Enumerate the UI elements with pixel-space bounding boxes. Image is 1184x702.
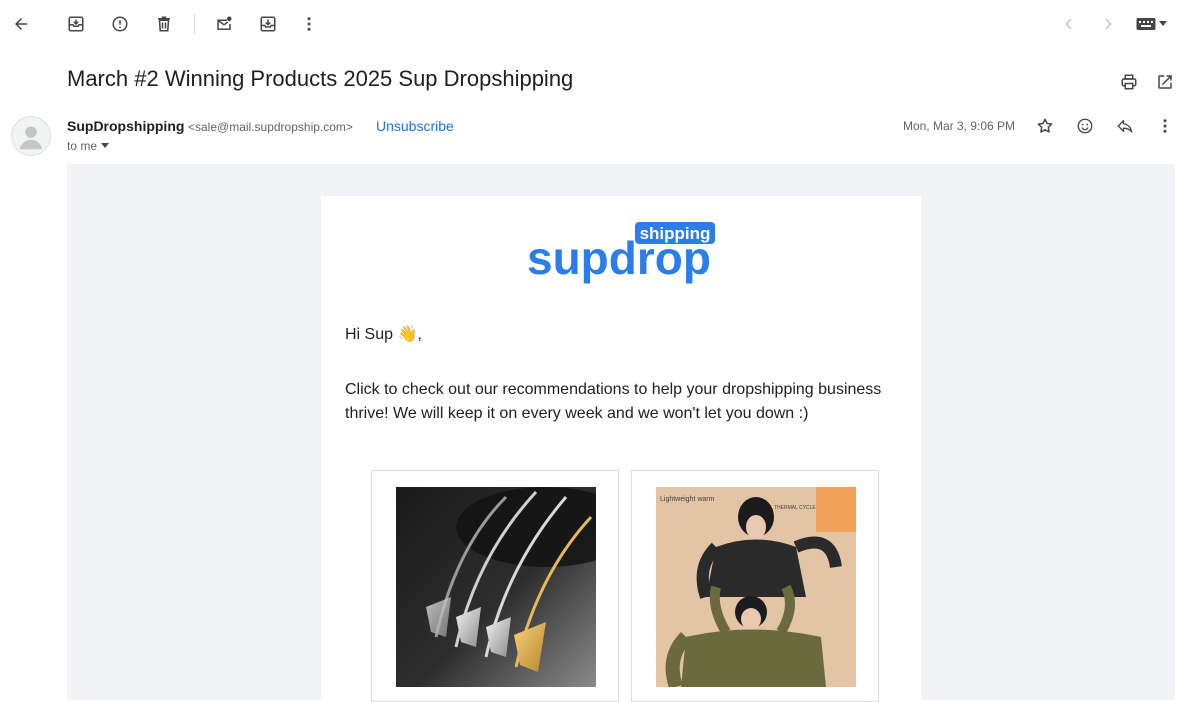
recipient-details-toggle[interactable]: to me [67, 139, 110, 153]
open-in-new-icon [1158, 75, 1172, 89]
product-image-necklaces[interactable] [396, 487, 596, 687]
recipient-label: to me [67, 139, 98, 153]
more-vert-icon [1163, 119, 1167, 133]
report-spam-button[interactable] [102, 6, 138, 42]
newer-button[interactable] [1051, 6, 1087, 42]
print-icon [1121, 74, 1137, 90]
report-spam-icon [112, 16, 128, 32]
product-image-thermal-shirt[interactable]: Lightweight warm THERMAL CYCLE [656, 487, 856, 687]
necklace-photo [396, 487, 596, 687]
emoji-reaction-button[interactable] [1067, 108, 1103, 144]
sender-email: <sale@mail.supdropship.com> [188, 120, 353, 134]
chevron-right-icon [1105, 18, 1112, 30]
back-arrow-icon [15, 18, 27, 30]
toolbar-divider [194, 14, 195, 34]
more-vert-icon [307, 17, 311, 31]
caret-down-icon [101, 143, 110, 148]
message-more-button[interactable] [1147, 108, 1183, 144]
message-date: Mon, Mar 3, 9:06 PM [902, 119, 1015, 133]
input-tools-button[interactable] [1136, 16, 1172, 32]
delete-button[interactable] [146, 6, 182, 42]
email-greeting: Hi Sup 👋, [345, 326, 422, 343]
move-to-icon [260, 16, 276, 32]
person-icon [19, 126, 43, 150]
email-body-text: Click to check out our recommendations t… [345, 381, 882, 422]
sender-avatar[interactable] [11, 116, 51, 156]
email-subject: March #2 Winning Products 2025 Sup Drops… [67, 66, 574, 91]
brand-logo-icon: shipping supdrop [527, 222, 715, 284]
reply-icon [1117, 120, 1133, 133]
shirt-caption-1: Lightweight warm [660, 496, 715, 503]
star-button[interactable] [1027, 108, 1063, 144]
product-card[interactable] [371, 470, 619, 702]
delete-icon [158, 16, 170, 32]
supdropshipping-logo[interactable]: shipping supdrop [527, 218, 717, 288]
mark-unread-icon [217, 16, 232, 30]
star-icon [1037, 118, 1053, 133]
archive-icon [68, 16, 84, 32]
chevron-left-icon [1065, 18, 1072, 30]
open-new-window-button[interactable] [1147, 64, 1183, 100]
move-to-button[interactable] [250, 6, 286, 42]
shirt-caption-2: THERMAL CYCLE [774, 505, 816, 511]
logo-main-text: supdrop [527, 232, 711, 284]
print-button[interactable] [1111, 64, 1147, 100]
keyboard-icon [1136, 18, 1156, 30]
product-card[interactable]: Lightweight warm THERMAL CYCLE [631, 470, 879, 702]
reply-button[interactable] [1107, 108, 1143, 144]
smiley-icon [1077, 118, 1093, 134]
archive-button[interactable] [58, 6, 94, 42]
email-content-card: shipping supdrop Hi Sup 👋, Click to chec… [321, 196, 921, 702]
thermal-shirt-photo: Lightweight warm THERMAL CYCLE [656, 487, 856, 687]
unsubscribe-link[interactable]: Unsubscribe [376, 118, 454, 134]
more-options-button[interactable] [291, 6, 327, 42]
sender-name[interactable]: SupDropshipping [67, 118, 184, 134]
caret-down-icon [1159, 21, 1167, 26]
older-button[interactable] [1090, 6, 1126, 42]
mark-unread-button[interactable] [206, 6, 242, 42]
back-button[interactable] [3, 6, 39, 42]
